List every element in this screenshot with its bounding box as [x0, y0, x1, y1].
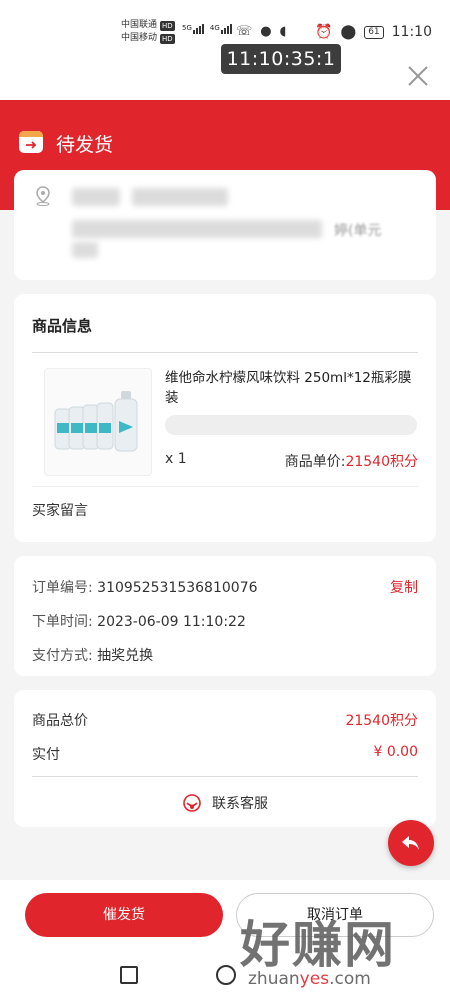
watermark-text: 好赚网 — [240, 916, 396, 974]
floating-back-button[interactable] — [388, 820, 434, 866]
carrier-info: 中国联通 HD 中国移动 HD — [121, 19, 175, 45]
battery-icon: 61 — [364, 25, 384, 39]
right-status: ⏰ ⬤ 61 11:10 — [315, 24, 432, 40]
address-suffix: 婷(单元 — [334, 223, 382, 239]
product-image[interactable] — [44, 368, 152, 476]
divider — [32, 486, 418, 487]
recipient-phone-blurred — [132, 188, 228, 206]
order-number: 310952531536810076 — [97, 580, 258, 596]
net1-label: 5G — [182, 24, 192, 32]
order-time: 2023-06-09 11:10:22 — [97, 614, 246, 630]
close-button[interactable] — [406, 64, 430, 88]
payment-method-label: 支付方式: — [32, 648, 93, 664]
payment-summary-card: 商品总价 21540积分 实付 ¥ 0.00 联系客服 — [14, 690, 436, 827]
home-button[interactable] — [216, 965, 236, 985]
contact-service-label: 联系客服 — [212, 796, 268, 812]
address-line-blurred — [72, 220, 322, 238]
time-overlay: 11:10:35:1 — [221, 44, 341, 74]
signal-icon: 5G 4G — [182, 24, 232, 34]
paid-label: 实付 — [32, 747, 60, 763]
urge-shipment-button[interactable]: 催发货 — [25, 893, 223, 937]
net2-label: 4G — [209, 24, 220, 32]
missed-call-icon: ☏ — [236, 24, 253, 39]
copy-button[interactable]: 复制 — [390, 577, 418, 597]
hd-badge: HD — [160, 33, 175, 44]
recipient-name-blurred — [72, 188, 120, 206]
clock: 11:10 — [391, 24, 432, 40]
product-quantity: x 1 — [165, 451, 187, 467]
reply-arrow-icon — [402, 836, 419, 850]
location-icon: ⬤ — [340, 24, 357, 40]
notification-icons: ☏ ● ◖ — [236, 24, 286, 39]
watermark-url: zhuanyes.com — [248, 969, 371, 989]
unit-price-label: 商品单价: — [284, 454, 346, 470]
divider — [32, 776, 418, 777]
payment-method-row: 支付方式: 抽奖兑换 — [32, 645, 153, 665]
order-number-label: 订单编号: — [32, 580, 93, 596]
divider — [32, 352, 418, 353]
payment-method: 抽奖兑换 — [97, 648, 154, 664]
unit-price-value: 21540积分 — [345, 454, 418, 470]
recent-apps-button[interactable] — [120, 966, 138, 984]
order-number-row: 订单编号: 310952531536810076 — [32, 577, 258, 597]
total-price-label: 商品总价 — [32, 713, 88, 729]
page-title: 待发货 — [56, 134, 114, 156]
paid-value: ¥ 0.00 — [373, 744, 418, 760]
unit-price: 商品单价:21540积分 — [285, 451, 418, 471]
close-icon — [408, 66, 428, 86]
order-info-card: 订单编号: 310952531536810076 复制 下单时间: 2023-0… — [14, 556, 436, 676]
product-spec-pill — [165, 415, 417, 435]
carrier1-label: 中国联通 — [121, 20, 158, 30]
product-title[interactable]: 维他命水柠檬风味饮料 250ml*12瓶彩膜装 — [165, 368, 423, 408]
watermark: 好赚网 zhuanyes.com — [240, 905, 450, 995]
goods-section-title: 商品信息 — [32, 317, 93, 335]
order-time-label: 下单时间: — [32, 614, 93, 630]
order-time-row: 下单时间: 2023-06-09 11:10:22 — [32, 611, 246, 631]
hd-badge: HD — [160, 20, 175, 31]
pending-shipment-icon — [19, 131, 43, 153]
carrier2-label: 中国移动 — [121, 33, 158, 43]
location-pin-icon — [36, 186, 50, 206]
alarm-icon: ⏰ — [315, 24, 333, 40]
customer-service-icon — [183, 794, 201, 812]
message-icon: ◖ — [279, 24, 287, 39]
contact-service-button[interactable]: 联系客服 — [14, 793, 436, 813]
wechat-icon: ● — [260, 24, 272, 39]
buyer-message-label: 买家留言 — [32, 503, 88, 519]
goods-card: 商品信息 维他命水柠檬风味饮料 250ml*12瓶彩膜装 x 1 商品单价:21… — [14, 294, 436, 542]
address-card[interactable]: 婷(单元 — [14, 170, 436, 280]
address-line2-blurred — [72, 242, 98, 258]
total-price-value: 21540积分 — [345, 713, 418, 729]
